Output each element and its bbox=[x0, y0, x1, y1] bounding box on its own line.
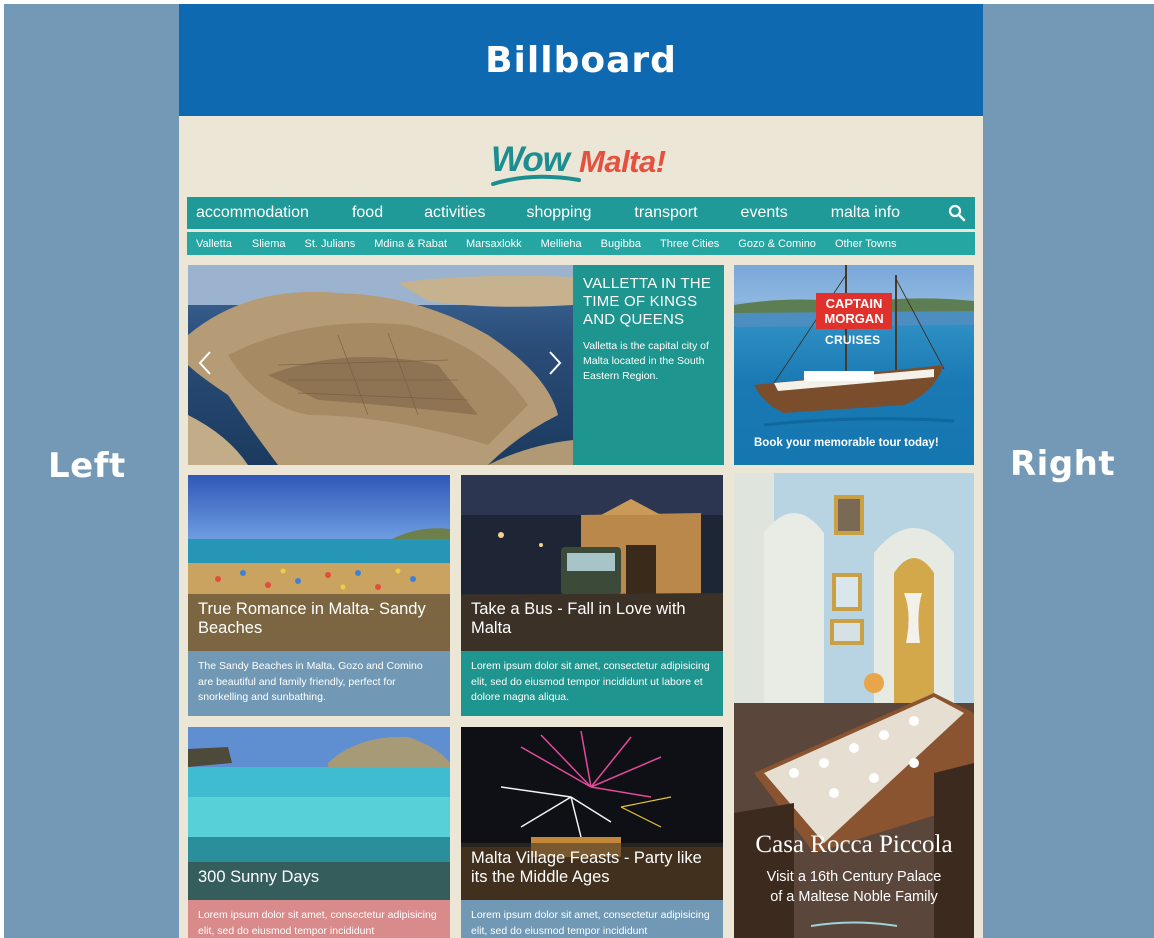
card-excerpt: Lorem ipsum dolor sit amet, consectetur … bbox=[188, 900, 450, 938]
subnav-item-sliema[interactable]: Sliema bbox=[252, 238, 286, 250]
main-nav: accommodation food activities shopping t… bbox=[187, 197, 975, 229]
casa-subtitle-line1: Visit a 16th Century Palace bbox=[766, 869, 942, 885]
cm-brand-line2: MORGAN bbox=[824, 311, 884, 326]
cm-cta[interactable]: Book your memorable tour today! bbox=[754, 437, 939, 449]
casa-subtitle-line2: of a Maltese Noble Family bbox=[770, 889, 938, 905]
subnav-item-valletta[interactable]: Valletta bbox=[196, 238, 232, 250]
nav-item-transport[interactable]: transport bbox=[634, 204, 697, 222]
nav-item-activities[interactable]: activities bbox=[424, 204, 485, 222]
casa-rocca-piccola-ad[interactable]: Casa Rocca Piccola Visit a 16th Century … bbox=[734, 473, 974, 938]
subnav-item-gozo-comino[interactable]: Gozo & Comino bbox=[738, 238, 816, 250]
card-excerpt: The Sandy Beaches in Malta, Gozo and Com… bbox=[188, 651, 450, 716]
chevron-right-icon[interactable] bbox=[546, 349, 564, 377]
hero-caption-panel: VALLETTA IN THE TIME OF KINGS AND QUEENS… bbox=[573, 265, 724, 465]
valletta-aerial-illustration bbox=[188, 265, 573, 465]
article-card-bus[interactable]: Take a Bus - Fall in Love with Malta Lor… bbox=[461, 475, 723, 716]
logo-swoosh-icon bbox=[491, 174, 581, 186]
subnav-item-other-towns[interactable]: Other Towns bbox=[835, 238, 897, 250]
logo-malta-text: Malta! bbox=[579, 144, 666, 179]
website-content: Wow Malta! accommodation food activities… bbox=[179, 116, 983, 938]
chevron-left-icon[interactable] bbox=[196, 349, 214, 377]
nav-item-malta-info[interactable]: malta info bbox=[831, 204, 900, 222]
captain-morgan-ad[interactable]: CAPTAIN MORGAN CRUISES Book your memorab… bbox=[734, 265, 974, 465]
card-title[interactable]: Take a Bus - Fall in Love with Malta bbox=[461, 594, 723, 651]
nav-item-food[interactable]: food bbox=[352, 204, 383, 222]
hero-slider[interactable]: VALLETTA IN THE TIME OF KINGS AND QUEENS… bbox=[188, 265, 724, 465]
casa-title: Casa Rocca Piccola bbox=[755, 831, 953, 858]
subnav-item-marsaxlokk[interactable]: Marsaxlokk bbox=[466, 238, 522, 250]
right-label: Right bbox=[1010, 444, 1116, 484]
card-title[interactable]: True Romance in Malta- Sandy Beaches bbox=[188, 594, 450, 651]
subnav-item-three-cities[interactable]: Three Cities bbox=[660, 238, 719, 250]
captain-morgan-badge: CAPTAIN MORGAN bbox=[816, 293, 892, 329]
subnav-item-bugibba[interactable]: Bugibba bbox=[601, 238, 641, 250]
search-icon[interactable] bbox=[947, 203, 967, 223]
subnav-item-st-julians[interactable]: St. Julians bbox=[305, 238, 356, 250]
casa-subtitle: Visit a 16th Century Palace of a Maltese… bbox=[734, 867, 974, 907]
hero-image-valletta bbox=[188, 265, 573, 465]
article-card-sunny-days[interactable]: 300 Sunny Days Lorem ipsum dolor sit ame… bbox=[188, 727, 450, 938]
hero-title[interactable]: VALLETTA IN THE TIME OF KINGS AND QUEENS bbox=[583, 275, 714, 329]
hero-description: Valletta is the capital city of Malta lo… bbox=[583, 340, 709, 382]
billboard-banner: Billboard bbox=[179, 4, 983, 116]
billboard-label: Billboard bbox=[485, 39, 677, 81]
nav-item-events[interactable]: events bbox=[741, 204, 788, 222]
card-title[interactable]: 300 Sunny Days bbox=[188, 862, 450, 900]
nav-item-accommodation[interactable]: accommodation bbox=[196, 204, 309, 222]
left-label: Left bbox=[48, 446, 126, 486]
article-card-beaches[interactable]: True Romance in Malta- Sandy Beaches The… bbox=[188, 475, 450, 716]
card-excerpt: Lorem ipsum dolor sit amet, consectetur … bbox=[461, 651, 723, 716]
article-card-village-feasts[interactable]: Malta Village Feasts - Party like its th… bbox=[461, 727, 723, 938]
card-title[interactable]: Malta Village Feasts - Party like its th… bbox=[461, 843, 723, 900]
wowmalta-logo[interactable]: Wow Malta! bbox=[491, 140, 681, 186]
card-excerpt: Lorem ipsum dolor sit amet, consectetur … bbox=[461, 900, 723, 938]
subnav-item-mdina-rabat[interactable]: Mdina & Rabat bbox=[374, 238, 447, 250]
cm-brand-line1: CAPTAIN bbox=[825, 296, 883, 311]
subnav-item-mellieha[interactable]: Mellieha bbox=[541, 238, 582, 250]
ornament-icon bbox=[810, 921, 898, 927]
cm-tagline: CRUISES bbox=[825, 333, 881, 347]
sub-nav: Valletta Sliema St. Julians Mdina & Raba… bbox=[187, 232, 975, 255]
nav-item-shopping[interactable]: shopping bbox=[526, 204, 591, 222]
